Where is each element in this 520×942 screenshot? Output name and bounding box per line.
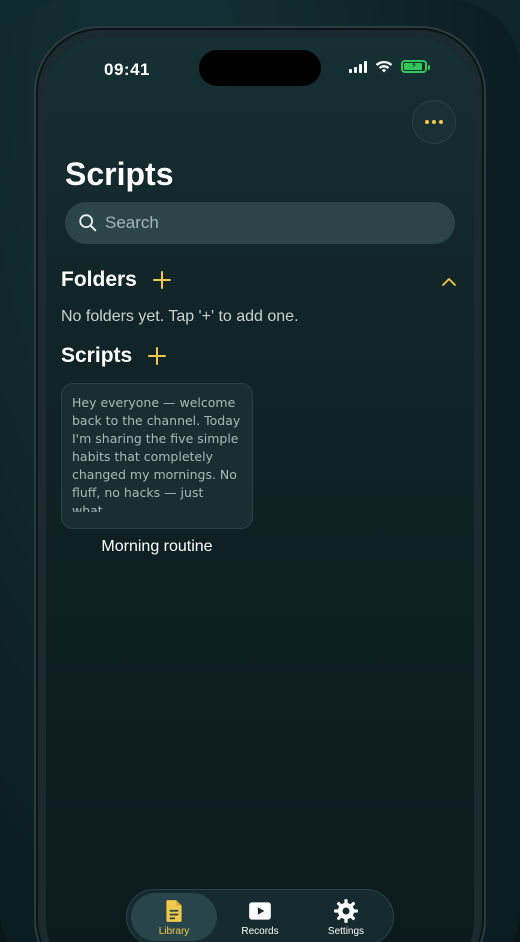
- page-title: Scripts: [65, 156, 174, 192]
- gear-icon: [334, 898, 358, 923]
- battery-charging-icon: ⚡: [401, 60, 430, 73]
- tab-records-label: Records: [241, 925, 279, 937]
- search-input[interactable]: [105, 213, 405, 233]
- add-folder-plus-icon[interactable]: [152, 271, 171, 289]
- tab-library[interactable]: Library: [131, 893, 217, 941]
- tab-bar: Library Records Settings: [126, 889, 394, 942]
- wifi-icon: [375, 60, 393, 73]
- search-bar[interactable]: [65, 202, 455, 244]
- scripts-title: Scripts: [61, 344, 133, 367]
- ellipsis-icon: [425, 120, 429, 124]
- more-options-button[interactable]: [412, 100, 456, 144]
- tab-library-label: Library: [158, 925, 190, 937]
- search-icon: [79, 214, 97, 232]
- document-icon: [166, 899, 182, 922]
- tab-records[interactable]: Records: [217, 893, 303, 941]
- cellular-signal-icon: [349, 60, 367, 73]
- folders-header: Folders: [61, 268, 171, 292]
- folders-empty-message: No folders yet. Tap '+' to add one.: [61, 308, 299, 325]
- script-preview-text: Hey everyone — welcome back to the chann…: [72, 395, 241, 512]
- script-name[interactable]: Morning routine: [61, 538, 253, 556]
- status-time: 09:41: [104, 60, 150, 79]
- chevron-up-icon[interactable]: [441, 274, 457, 290]
- folders-title: Folders: [61, 268, 137, 291]
- scripts-header: Scripts: [61, 344, 167, 368]
- tab-settings-label: Settings: [327, 925, 365, 937]
- play-icon: [249, 901, 271, 920]
- status-icons: ⚡: [349, 60, 430, 73]
- tab-settings[interactable]: Settings: [303, 893, 389, 941]
- dynamic-island: [199, 50, 321, 86]
- app-screen: 09:41 ⚡ Scripts Folders No folders yet.: [46, 38, 474, 942]
- script-card[interactable]: Hey everyone — welcome back to the chann…: [61, 383, 253, 529]
- add-script-plus-icon[interactable]: [148, 347, 167, 365]
